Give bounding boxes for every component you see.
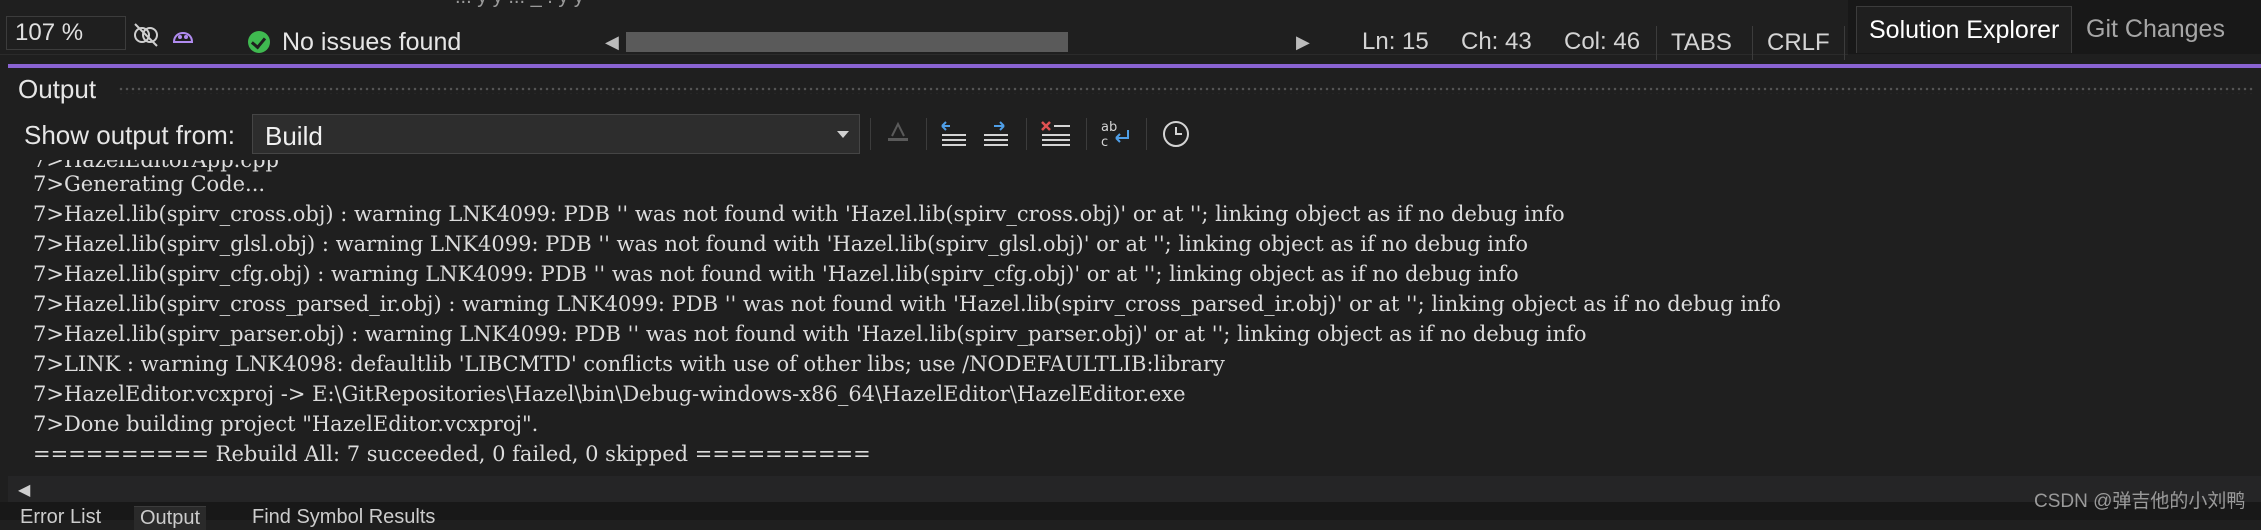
zoom-dropdown[interactable]: 107 %	[6, 16, 126, 50]
intellicode-icon[interactable]	[131, 20, 161, 50]
toolbar-divider	[926, 118, 927, 150]
output-line: 7>LINK : warning LNK4098: defaultlib 'LI…	[33, 352, 1225, 376]
output-text-area[interactable]: 7>HazelEditorApp.cpp 7>Generating Code..…	[8, 160, 2261, 476]
toolbar-divider	[1026, 118, 1027, 150]
toggle-word-wrap-icon[interactable]: ab c	[1098, 116, 1134, 152]
tab-solution-explorer[interactable]: Solution Explorer	[1856, 6, 2073, 53]
column-number[interactable]: Col: 46	[1564, 28, 1640, 56]
output-line: 7>HazelEditor.vcxproj -> E:\GitRepositor…	[33, 382, 1186, 406]
output-panel-header[interactable]: Output	[8, 68, 2261, 108]
panel-title: Output	[18, 74, 97, 104]
svg-text:c: c	[1101, 135, 1108, 150]
output-line: 7>Generating Code...	[33, 172, 266, 196]
scroll-right-arrow-icon[interactable]: ▶	[1296, 32, 1310, 53]
line-ending-mode[interactable]: CRLF	[1752, 26, 1845, 60]
output-toolbar: Show output from: Build ab c	[8, 108, 2261, 160]
issues-status[interactable]: No issues found	[282, 28, 461, 57]
check-circle-icon	[248, 31, 270, 53]
tab-label: Solution Explorer	[1869, 16, 2060, 44]
clear-all-icon[interactable]	[1038, 116, 1074, 152]
output-line-clipped: 7>HazelEditorApp.cpp	[33, 160, 279, 172]
line-number[interactable]: Ln: 15	[1362, 28, 1429, 56]
tab-label: Git Changes	[2086, 15, 2225, 43]
output-line: 7>Hazel.lib(spirv_cfg.obj) : warning LNK…	[33, 262, 1519, 286]
show-output-from-label: Show output from:	[24, 120, 235, 150]
clipped-editor-text: ... y y ... _ . y y	[455, 0, 584, 9]
tab-error-list[interactable]: Error List	[20, 506, 101, 529]
editor-status-bar: 107 % No issues found ◀ ▶ Ln: 15 Ch: 43 …	[0, 10, 1848, 60]
toolbar-divider	[1086, 118, 1087, 150]
output-line: 7>Hazel.lib(spirv_cross.obj) : warning L…	[33, 202, 1565, 226]
char-number[interactable]: Ch: 43	[1461, 28, 1532, 56]
zoom-value: 107 %	[15, 19, 84, 46]
indentation-mode[interactable]: TABS	[1656, 26, 1746, 60]
toolbar-divider	[870, 118, 871, 150]
tab-find-symbol-results[interactable]: Find Symbol Results	[252, 506, 435, 529]
chevron-down-icon	[837, 131, 849, 138]
go-to-next-message-icon[interactable]	[978, 116, 1014, 152]
drag-grip[interactable]	[118, 86, 2255, 94]
toolbar-divider	[1146, 118, 1147, 150]
go-to-previous-message-icon[interactable]	[936, 116, 972, 152]
output-line: 7>Hazel.lib(spirv_glsl.obj) : warning LN…	[33, 232, 1528, 256]
tool-window-tabs: Solution Explorer Git Changes	[1848, 0, 2261, 54]
clock-icon[interactable]	[1158, 116, 1194, 152]
output-source-value: Build	[265, 121, 323, 151]
output-line: 7>Hazel.lib(spirv_parser.obj) : warning …	[33, 322, 1587, 346]
bottom-panel-tabs: Error List Output Find Symbol Results	[0, 502, 2261, 530]
tab-output[interactable]: Output	[134, 506, 207, 530]
find-message-in-code-icon[interactable]	[880, 116, 916, 152]
editor-horizontal-scrollbar-thumb[interactable]	[626, 32, 1068, 52]
svg-text:ab: ab	[1101, 120, 1117, 135]
copilot-icon[interactable]	[168, 20, 198, 50]
output-line: 7>Done building project "HazelEditor.vcx…	[33, 412, 539, 436]
tab-git-changes[interactable]: Git Changes	[2074, 6, 2237, 52]
editor-clipped-strip: ... y y ... _ . y y	[0, 0, 1848, 10]
output-horizontal-scrollbar[interactable]: ◀	[8, 476, 2261, 502]
output-source-select[interactable]: Build	[252, 114, 860, 154]
output-line: 7>Hazel.lib(spirv_cross_parsed_ir.obj) :…	[33, 292, 1781, 316]
scroll-left-arrow-icon[interactable]: ◀	[605, 32, 619, 53]
scroll-left-arrow-icon[interactable]: ◀	[18, 480, 30, 500]
output-line: ========== Rebuild All: 7 succeeded, 0 f…	[33, 442, 871, 466]
watermark-text: CSDN @弹吉他的小刘鸭	[2034, 491, 2246, 512]
